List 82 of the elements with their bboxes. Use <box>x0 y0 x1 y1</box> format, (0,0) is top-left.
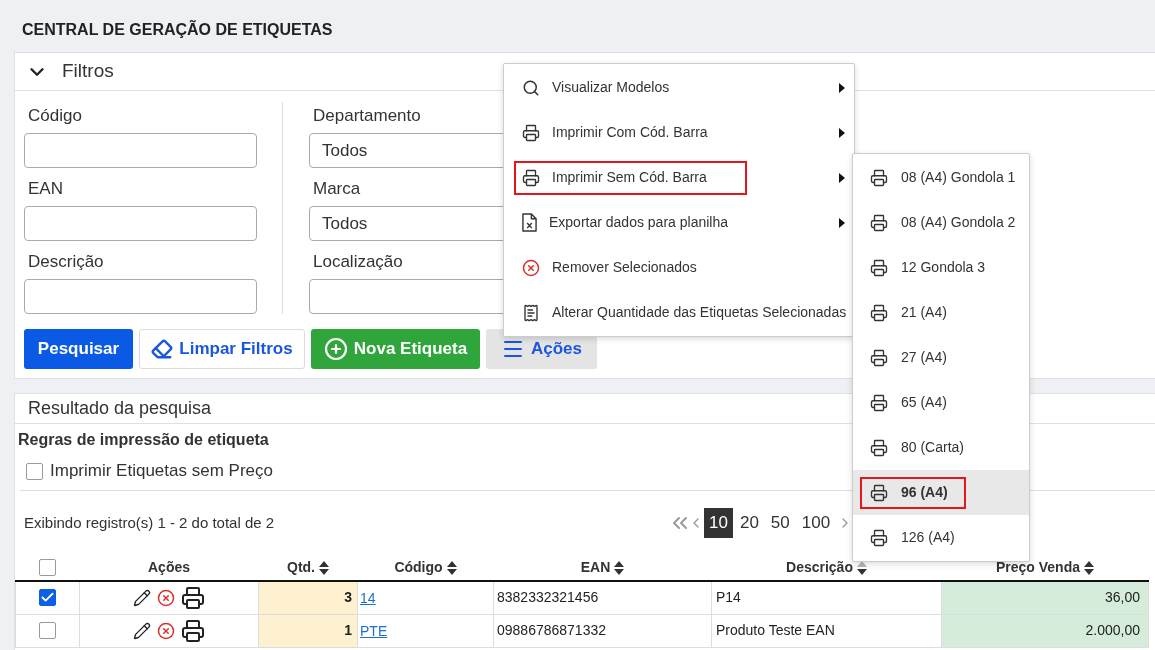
printer-icon <box>870 528 888 547</box>
printer-icon <box>870 213 888 232</box>
column-header[interactable]: EAN <box>580 557 611 578</box>
records-summary: Exibindo registro(s) 1 - 2 do total de 2 <box>24 514 275 531</box>
code-link[interactable]: PTE <box>360 622 388 639</box>
submenu-item[interactable]: 21 (A4) <box>853 290 1029 335</box>
sort-icon[interactable] <box>446 560 457 575</box>
page-size-option[interactable]: 100 <box>796 508 836 538</box>
printer-icon <box>870 438 888 457</box>
panel-title: Resultado da pesquisa <box>28 397 212 420</box>
menu-item[interactable]: Alterar Quantidade das Etiquetas Selecionadas <box>514 295 854 330</box>
menu-item[interactable]: Visualizar Modelos <box>514 70 747 105</box>
submenu-item[interactable]: 96 (A4) <box>853 470 1029 515</box>
checkbox-label[interactable]: Imprimir Etiquetas sem Preço <box>50 458 273 484</box>
page-size-option[interactable]: 10 <box>704 508 733 538</box>
pencil-icon[interactable] <box>133 621 151 640</box>
page-size-option[interactable]: 20 <box>734 508 764 538</box>
printer-icon <box>522 123 540 142</box>
pencil-icon[interactable] <box>133 588 151 607</box>
table-cell: P14 <box>711 581 942 614</box>
field-label: Código <box>28 106 82 126</box>
printer-icon[interactable] <box>181 585 205 610</box>
submenu-item[interactable]: 65 (A4) <box>853 380 1029 425</box>
field-label: Descrição <box>28 252 104 272</box>
field-label: Departamento <box>313 106 421 126</box>
printer-icon <box>870 483 888 502</box>
eraser-icon <box>151 338 174 360</box>
table-cell: Produto Teste EAN <box>711 614 942 647</box>
price-cell: 36,00 <box>941 581 1149 614</box>
sort-icon[interactable] <box>319 560 329 575</box>
page-title: CENTRAL DE GERAÇÃO DE ETIQUETAS <box>22 19 333 40</box>
text-field[interactable] <box>24 133 257 168</box>
action-button[interactable]: Limpar Filtros <box>139 329 305 369</box>
column-header[interactable]: Código <box>394 557 443 578</box>
code-link[interactable]: 14 <box>360 589 376 606</box>
printer-icon <box>870 258 888 277</box>
submenu-item[interactable]: 08 (A4) Gondola 2 <box>853 200 1029 245</box>
checkbox[interactable] <box>39 589 56 607</box>
menu-item[interactable]: Remover Selecionados <box>514 250 747 285</box>
sort-icon[interactable] <box>856 560 867 575</box>
column-header[interactable]: Qtd. <box>287 557 315 578</box>
x-circle-icon <box>522 258 540 277</box>
printer-icon <box>870 348 888 367</box>
sort-icon[interactable] <box>614 560 625 575</box>
x-circle-icon[interactable] <box>157 621 175 640</box>
quantity-cell: 3 <box>258 581 358 614</box>
menu-item[interactable]: Imprimir Sem Cód. Barra <box>514 160 747 195</box>
column-header[interactable]: Preço Venda <box>995 557 1080 578</box>
printer-icon[interactable] <box>181 618 205 643</box>
submenu-item[interactable]: 80 (Carta) <box>853 425 1029 470</box>
field-label: Marca <box>313 179 361 199</box>
printer-icon <box>870 393 888 412</box>
submenu-item[interactable]: 08 (A4) Gondola 1 <box>853 155 1029 200</box>
printer-icon <box>870 303 888 322</box>
field-label: Localização <box>313 252 403 272</box>
submenu-item[interactable]: 126 (A4) <box>853 515 1029 560</box>
table-cell: 09886786871332 <box>493 614 712 647</box>
text-field[interactable] <box>24 279 257 314</box>
checkbox[interactable] <box>39 559 56 576</box>
printer-icon <box>870 168 888 187</box>
receipt-icon <box>522 303 540 322</box>
filters-toggle[interactable]: Filtros <box>15 53 120 90</box>
text-field[interactable] <box>24 206 257 241</box>
column-header: Ações <box>148 558 190 577</box>
submenu-item[interactable]: 27 (A4) <box>853 335 1029 380</box>
x-circle-icon[interactable] <box>157 588 175 607</box>
printer-icon <box>522 168 540 187</box>
search-icon <box>522 78 540 97</box>
action-button[interactable]: Pesquisar <box>24 329 133 369</box>
submenu-item[interactable]: 12 Gondola 3 <box>853 245 1029 290</box>
field-label: EAN <box>28 179 63 199</box>
section-heading: Regras de impressão de etiqueta <box>18 431 269 449</box>
sort-icon[interactable] <box>1084 560 1094 575</box>
column-header[interactable]: Descrição <box>786 557 853 578</box>
page-size-option[interactable]: 50 <box>765 508 795 538</box>
checkbox[interactable] <box>39 622 56 639</box>
price-cell: 2.000,00 <box>941 614 1149 647</box>
plus-circle-icon <box>323 337 348 361</box>
checkbox[interactable] <box>26 462 43 480</box>
quantity-cell: 1 <box>258 614 358 647</box>
spreadsheet-file-icon <box>522 213 537 232</box>
table-cell: 8382332321456 <box>493 581 712 614</box>
